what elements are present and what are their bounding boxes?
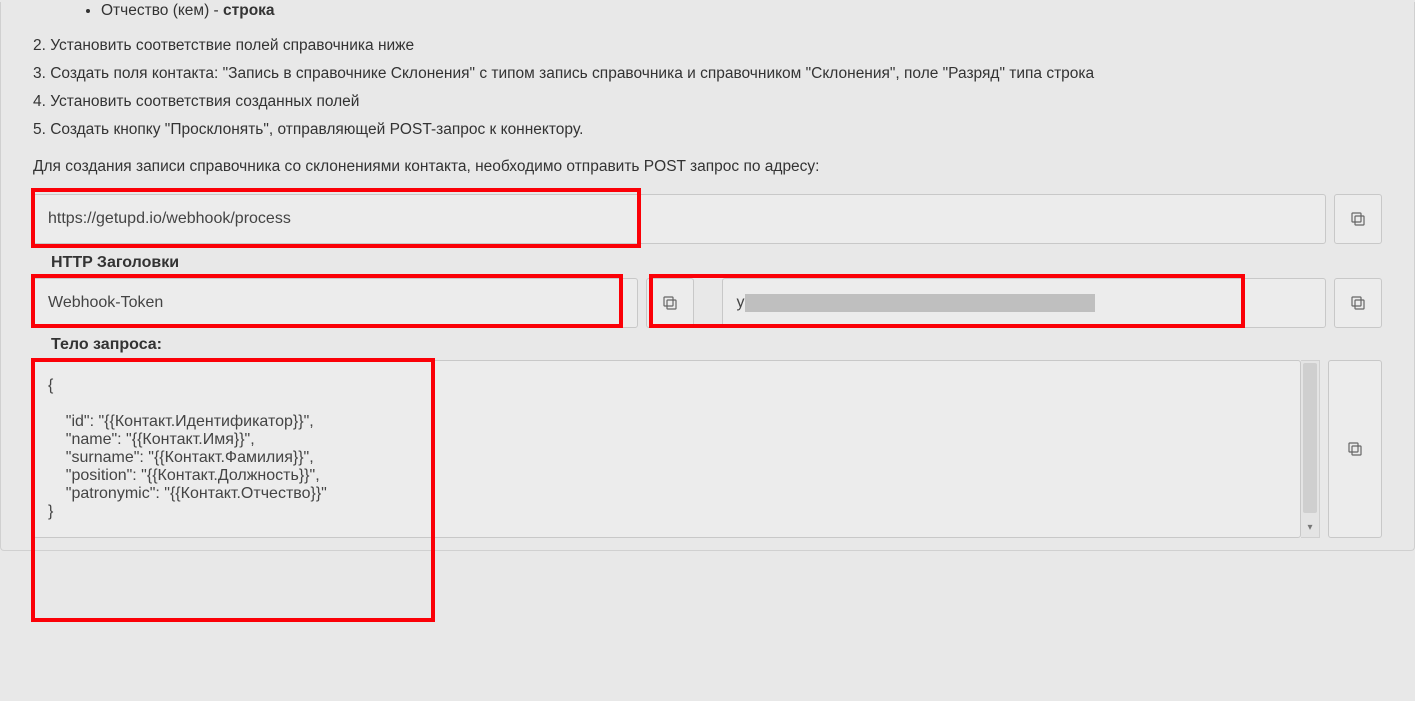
webhook-url-field[interactable]: https://getupd.io/webhook/process	[33, 194, 1326, 244]
header-name-field[interactable]: Webhook-Token	[33, 278, 638, 328]
http-headers-label: HTTP Заголовки	[51, 254, 1382, 272]
field-spec-type: строка	[223, 2, 275, 19]
copy-icon	[1349, 210, 1367, 228]
webhook-url-row: https://getupd.io/webhook/process	[33, 194, 1382, 244]
field-spec-text: Отчество (кем) -	[101, 2, 223, 19]
header-value-redacted	[745, 294, 1095, 312]
step-5: 5. Создать кнопку "Просклонять", отправл…	[33, 116, 1382, 144]
copy-header-value-button[interactable]	[1334, 278, 1382, 328]
post-address-intro: Для создания записи справочника со склон…	[33, 158, 1382, 176]
copy-header-name-button[interactable]	[646, 278, 694, 328]
field-spec-item: Отчество (кем) - строка	[101, 2, 1382, 20]
webhook-url-value: https://getupd.io/webhook/process	[48, 210, 291, 228]
step-4: 4. Установить соответствия созданных пол…	[33, 88, 1382, 116]
body-scrollbar[interactable]: ▾	[1301, 360, 1320, 538]
request-body-label: Тело запроса:	[51, 336, 1382, 354]
step-2: 2. Установить соответствие полей справоч…	[33, 32, 1382, 60]
field-spec-list: Отчество (кем) - строка	[33, 2, 1382, 20]
copy-icon	[661, 294, 679, 312]
header-value-prefix: y	[737, 294, 745, 312]
instruction-steps: 2. Установить соответствие полей справоч…	[33, 32, 1382, 144]
scrollbar-thumb[interactable]	[1303, 363, 1317, 513]
header-name-value: Webhook-Token	[48, 294, 163, 312]
settings-panel: Отчество (кем) - строка 2. Установить со…	[0, 2, 1415, 551]
scrollbar-down-icon[interactable]: ▾	[1301, 522, 1319, 533]
step-3: 3. Создать поля контакта: "Запись в спра…	[33, 60, 1382, 88]
copy-icon	[1349, 294, 1367, 312]
request-body-field[interactable]: { "id": "{{Контакт.Идентификатор}}", "na…	[33, 360, 1301, 538]
copy-url-button[interactable]	[1334, 194, 1382, 244]
copy-icon	[1346, 440, 1364, 458]
header-value-field[interactable]: y	[722, 278, 1327, 328]
request-body-text: { "id": "{{Контакт.Идентификатор}}", "na…	[48, 377, 327, 520]
copy-body-button[interactable]	[1328, 360, 1382, 538]
